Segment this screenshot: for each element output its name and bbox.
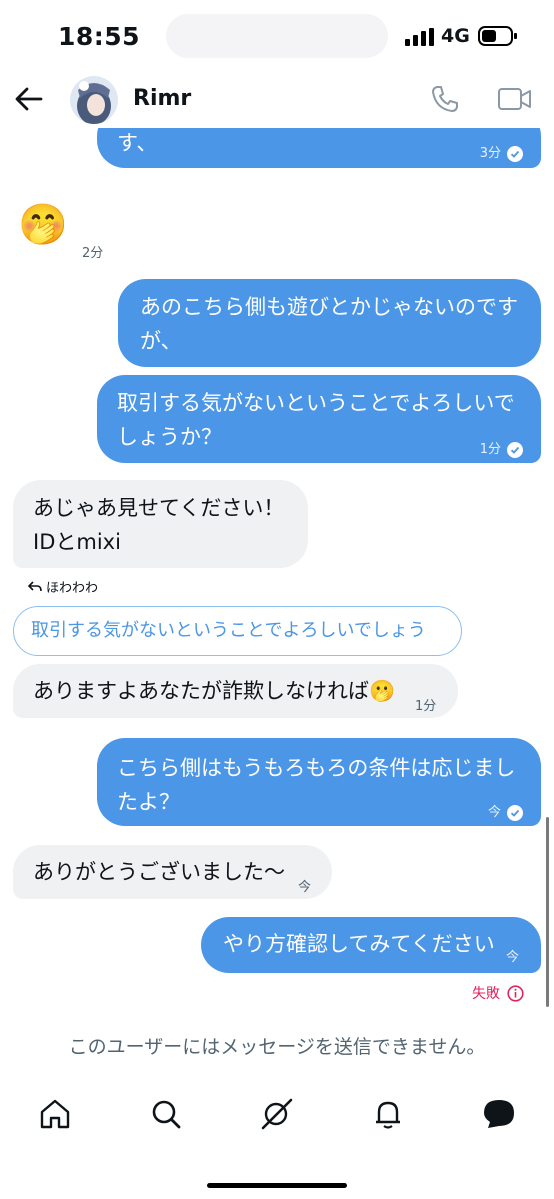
message-time: 2分: [82, 246, 104, 261]
message-time: 今: [487, 805, 501, 820]
message-text: ありがとうございました〜: [33, 860, 285, 884]
message-bubble[interactable]: ありがとうございました〜 今: [13, 845, 332, 899]
nav-messages[interactable]: [482, 1097, 516, 1131]
nav-home[interactable]: [38, 1097, 72, 1131]
grok-icon: [261, 1098, 293, 1130]
message-line: あのこちら側も遊びとかじゃないのです: [140, 295, 518, 319]
message-text: す、: [117, 131, 158, 155]
sent-check-icon: [507, 442, 523, 458]
contact-name[interactable]: Rimr: [133, 86, 191, 111]
nav-notifications[interactable]: [371, 1097, 405, 1131]
quoted-message[interactable]: 取引する気がないということでよろしいでしょうか？: [13, 606, 462, 689]
message-time: 3分: [479, 146, 501, 161]
nav-grok[interactable]: [260, 1097, 294, 1131]
message-bubble[interactable]: あのこちら側も遊びとかじゃないのです が、: [118, 279, 541, 367]
message-meta: 今: [488, 796, 523, 830]
phone-icon: [432, 86, 458, 112]
message-line: しょうか？: [117, 425, 222, 449]
emoji: 🤭: [18, 202, 68, 248]
message-bubble[interactable]: やり方確認してみてください 今: [201, 917, 541, 973]
message-text: やり方確認してみてください: [223, 932, 495, 956]
emoji-message[interactable]: 🤭: [18, 200, 68, 250]
chat-area: す、 3分 🤭 2分 あのこちら側も遊びとかじゃないのです が、 取引する気がな…: [0, 0, 554, 1199]
messages-icon: [484, 1100, 514, 1128]
video-call-button[interactable]: [496, 82, 534, 116]
bottom-navigation: [0, 1085, 554, 1145]
message-bubble[interactable]: あじゃあ見せてください！ IDとmixi: [13, 480, 308, 568]
conversation-header: Rimr: [0, 72, 554, 128]
message-line: あじゃあ見せてください！: [33, 496, 285, 520]
message-meta: 3分: [480, 137, 523, 171]
message-line: が、: [140, 329, 182, 353]
message-line: こちら側はもうもろもろの条件は応じまし: [117, 756, 516, 780]
message-time: 今: [298, 880, 312, 895]
message-meta: 1分: [480, 433, 523, 467]
message-time: 1分: [415, 699, 437, 714]
sent-check-icon: [507, 146, 523, 162]
avatar[interactable]: [70, 76, 118, 124]
message-bubble[interactable]: こちら側はもうもろもろの条件は応じまし たよ？ 今: [97, 738, 541, 826]
message-time: 今: [506, 950, 520, 965]
message-bubble[interactable]: ありますよあなたが詐欺しなければ🫢 1分: [13, 664, 458, 718]
message-line: たよ？: [117, 790, 180, 814]
reply-author: ほわわわ: [46, 581, 99, 596]
send-failed-status[interactable]: 失敗: [472, 983, 524, 1003]
nav-search[interactable]: [149, 1097, 183, 1131]
message-text: ありますよあなたが詐欺しなければ🫢: [33, 679, 396, 703]
video-camera-icon: [498, 88, 531, 110]
message-line: IDとmixi: [33, 530, 121, 554]
message-time: 1分: [479, 442, 501, 457]
sent-check-icon: [507, 805, 523, 821]
back-button[interactable]: [12, 82, 46, 116]
search-icon: [152, 1100, 181, 1129]
home-indicator: [207, 1183, 347, 1188]
back-arrow-icon: [15, 87, 43, 111]
message-bubble[interactable]: 取引する気がないということでよろしいで しょうか？ 1分: [97, 375, 541, 463]
bell-icon: [376, 1101, 400, 1129]
cannot-send-notice: このユーザーにはメッセージを送信できません。: [68, 1036, 486, 1058]
scrollbar[interactable]: [546, 817, 549, 1007]
failed-label: 失敗: [472, 986, 500, 1002]
home-icon: [40, 1099, 70, 1129]
error-icon: [507, 984, 524, 1002]
message-line: 取引する気がないということでよろしいで: [117, 391, 515, 415]
reply-info: ほわわわ: [28, 577, 98, 596]
reply-arrow-icon: [28, 580, 42, 591]
call-button[interactable]: [428, 82, 462, 116]
